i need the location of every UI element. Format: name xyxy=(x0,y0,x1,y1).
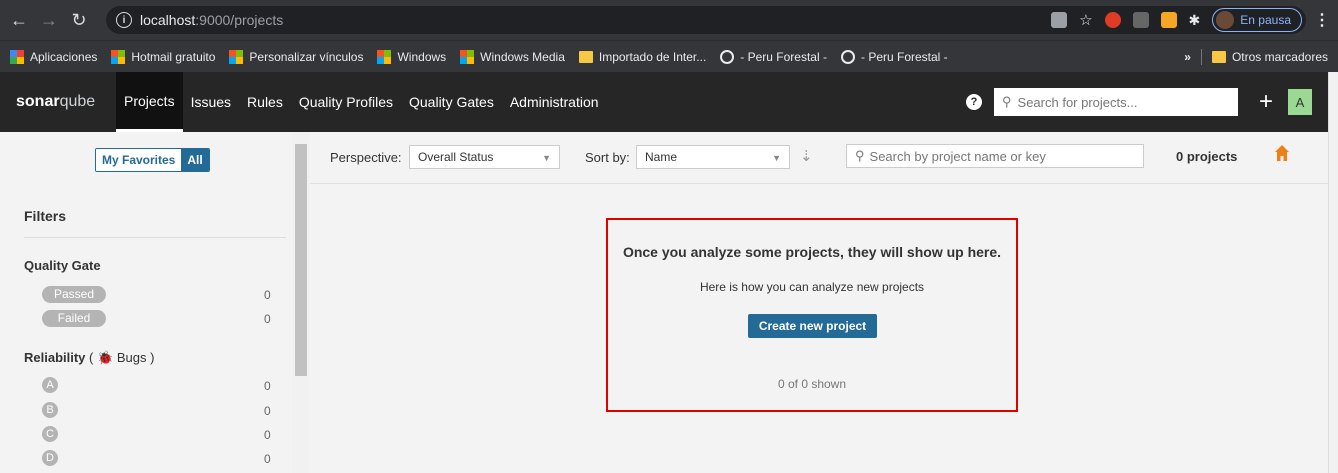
create-plus-button[interactable]: + xyxy=(1254,88,1278,116)
search-icon: ⚲ xyxy=(855,148,865,163)
my-favorites-button[interactable]: My Favorites xyxy=(96,149,182,171)
filters-sidebar: My Favorites All Filters Quality Gate Pa… xyxy=(0,132,292,473)
favorites-toggle: My Favorites All xyxy=(95,148,210,172)
sidebar-scrollbar[interactable] xyxy=(292,132,310,473)
empty-state-title: Once you analyze some projects, they wil… xyxy=(622,244,1002,260)
global-search-input[interactable]: ⚲ Search for projects... xyxy=(994,88,1238,116)
back-icon[interactable]: ← xyxy=(8,10,30,31)
global-search-placeholder: Search for projects... xyxy=(1017,94,1138,110)
home-icon[interactable] xyxy=(1274,144,1290,162)
microsoft-icon xyxy=(377,49,392,64)
quality-gate-passed[interactable]: Passed xyxy=(42,286,106,303)
apps-grid-icon xyxy=(10,49,24,64)
chevron-down-icon: ▼ xyxy=(772,153,781,163)
user-avatar[interactable]: A xyxy=(1288,89,1312,115)
quality-gate-title[interactable]: Quality Gate xyxy=(24,258,101,273)
quality-gate-failed-count: 0 xyxy=(264,312,271,326)
nav-administration[interactable]: Administration xyxy=(502,72,607,132)
all-button[interactable]: All xyxy=(181,149,209,171)
other-bookmarks[interactable]: Otros marcadores xyxy=(1211,50,1328,64)
bookmark-windows-media[interactable]: Windows Media xyxy=(460,49,565,64)
site-info-icon[interactable]: i xyxy=(116,12,132,28)
thumbs-up-icon[interactable] xyxy=(1160,12,1177,28)
quality-gate-passed-count: 0 xyxy=(264,288,271,302)
bookmarks-bar: Aplicaciones Hotmail gratuito Personaliz… xyxy=(0,40,1338,72)
sort-select[interactable]: Name ▼ xyxy=(636,145,790,169)
more-bookmarks-button[interactable]: » xyxy=(1184,50,1191,64)
divider xyxy=(24,237,286,238)
bookmark-windows[interactable]: Windows xyxy=(377,49,446,64)
adblock-icon[interactable] xyxy=(1104,12,1121,28)
nav-projects[interactable]: Projects xyxy=(116,72,183,132)
quality-gate-failed[interactable]: Failed xyxy=(42,310,106,327)
shown-count: 0 of 0 shown xyxy=(777,377,847,391)
bug-icon: 🐞 xyxy=(97,350,114,365)
puzzle-icon[interactable]: ✱ xyxy=(1189,12,1201,29)
bookmark-peru-forestal-1[interactable]: - Peru Forestal - xyxy=(720,49,827,64)
bookmark-importado[interactable]: Importado de Inter... xyxy=(578,50,706,64)
folder-icon xyxy=(1211,51,1226,63)
bookmarks-divider xyxy=(1200,49,1202,65)
create-new-project-button[interactable]: Create new project xyxy=(748,314,877,338)
reliability-rating-b[interactable]: B xyxy=(42,402,58,418)
reliability-d-count: 0 xyxy=(264,452,271,466)
sidebar-scroll-thumb[interactable] xyxy=(295,144,307,376)
reliability-title[interactable]: Reliability ( 🐞 Bugs ) xyxy=(24,350,154,366)
sort-direction-icon[interactable]: ⇣ xyxy=(800,147,813,165)
globe-icon xyxy=(840,49,855,64)
microsoft-icon xyxy=(460,49,475,64)
projects-toolbar: Perspective: Overall Status ▼ Sort by: Na… xyxy=(310,132,1328,184)
bookmark-personalizar[interactable]: Personalizar vínculos xyxy=(229,49,363,64)
browser-toolbar: ← → ↻ i localhost:9000/projects ☆ ✱ En p… xyxy=(0,0,1338,40)
more-menu-icon[interactable]: ⋮ xyxy=(1314,10,1330,30)
reliability-rating-a[interactable]: A xyxy=(42,377,58,393)
help-icon[interactable]: ? xyxy=(966,94,982,110)
search-icon: ⚲ xyxy=(1002,94,1012,109)
project-search-input[interactable]: ⚲ Search by project name or key xyxy=(846,144,1144,168)
project-count: 0 projects xyxy=(1176,149,1238,164)
nav-quality-gates[interactable]: Quality Gates xyxy=(401,72,502,132)
bookmark-peru-forestal-2[interactable]: - Peru Forestal - xyxy=(840,49,948,64)
extensions-area: ☆ ✱ En pausa ⋮ xyxy=(1051,6,1330,34)
sort-label: Sort by: xyxy=(585,150,630,165)
page-scrollbar[interactable] xyxy=(1328,72,1338,473)
microsoft-icon xyxy=(111,49,126,64)
bookmark-apps[interactable]: Aplicaciones xyxy=(10,49,97,64)
reload-icon[interactable]: ↻ xyxy=(68,10,90,31)
translate-icon[interactable] xyxy=(1051,12,1068,28)
empty-state: Once you analyze some projects, they wil… xyxy=(606,218,1018,412)
perspective-label: Perspective: xyxy=(330,150,402,165)
nav-issues[interactable]: Issues xyxy=(183,72,239,132)
reliability-c-count: 0 xyxy=(264,428,271,442)
projects-main: Perspective: Overall Status ▼ Sort by: Na… xyxy=(310,132,1328,473)
profile-status: En pausa xyxy=(1240,13,1291,27)
sonarqube-navbar: sonarqube Projects Issues Rules Quality … xyxy=(0,72,1328,132)
chevron-down-icon: ▼ xyxy=(542,153,551,163)
filters-title: Filters xyxy=(24,208,67,224)
microsoft-icon xyxy=(229,49,244,64)
reliability-a-count: 0 xyxy=(264,379,271,393)
extension-icon[interactable] xyxy=(1132,12,1149,28)
sonarqube-logo[interactable]: sonarqube xyxy=(16,93,116,111)
bookmarks-right: » Otros marcadores xyxy=(1184,41,1328,73)
nav-rules[interactable]: Rules xyxy=(239,72,291,132)
url-text: localhost:9000/projects xyxy=(140,12,284,28)
perspective-select[interactable]: Overall Status ▼ xyxy=(409,145,560,169)
empty-state-subtitle: Here is how you can analyze new projects xyxy=(699,280,925,294)
navbar-right: ? ⚲ Search for projects... + A xyxy=(966,72,1328,132)
profile-button[interactable]: En pausa xyxy=(1212,8,1302,32)
star-icon[interactable]: ☆ xyxy=(1079,11,1092,29)
globe-icon xyxy=(720,49,735,64)
forward-icon[interactable]: → xyxy=(38,10,60,31)
bookmark-hotmail[interactable]: Hotmail gratuito xyxy=(111,49,215,64)
nav-quality-profiles[interactable]: Quality Profiles xyxy=(291,72,401,132)
folder-icon xyxy=(578,50,593,63)
project-search-placeholder: Search by project name or key xyxy=(869,148,1046,164)
reliability-rating-d[interactable]: D xyxy=(42,450,58,466)
reliability-rating-c[interactable]: C xyxy=(42,426,58,442)
profile-avatar xyxy=(1216,11,1235,29)
reliability-b-count: 0 xyxy=(264,404,271,418)
